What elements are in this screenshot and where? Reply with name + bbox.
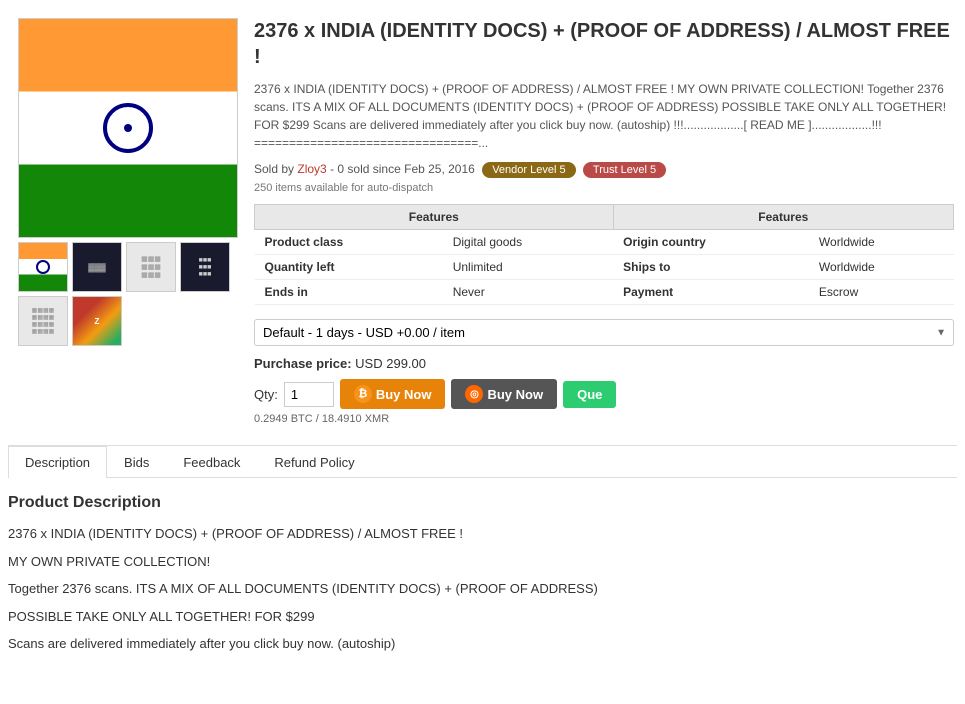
features-header-2: Features	[613, 205, 953, 230]
feature-value: Never	[443, 280, 613, 305]
sold-count: - 0 sold since	[330, 162, 401, 176]
feature-value: Escrow	[809, 280, 954, 305]
sold-date: Feb 25, 2016	[404, 162, 475, 176]
product-container: ▓▓▓ ▦▦▦▦▦▦▦▦▦ ■■■■■■■■■ ▦▦▦▦▦▦▦▦▦▦▦▦▦▦▦▦	[8, 8, 957, 435]
thumbnail-2[interactable]: ▓▓▓	[72, 242, 122, 292]
trust-badge: Trust Level 5	[583, 162, 666, 178]
thumbnail-6[interactable]: Z	[72, 296, 122, 346]
feature-label: Product class	[255, 230, 443, 255]
auto-dispatch-text: 250 items available for auto-dispatch	[254, 182, 954, 194]
tab-feedback[interactable]: Feedback	[166, 446, 257, 478]
tabs-section: DescriptionBidsFeedbackRefund Policy Pro…	[8, 445, 957, 678]
main-product-image	[18, 18, 238, 238]
feature-label: Quantity left	[255, 255, 443, 280]
vendor-badge: Vendor Level 5	[482, 162, 575, 178]
dropdown-row: Default - 1 days - USD +0.00 / item	[254, 319, 954, 346]
table-row: Quantity left Unlimited Ships to Worldwi…	[255, 255, 954, 280]
description-line: Scans are delivered immediately after yo…	[8, 634, 957, 654]
sold-by-label: Sold by	[254, 162, 294, 176]
buy-now-xmr-button[interactable]: ◎ Buy Now	[451, 379, 557, 409]
seller-link[interactable]: Zloy3	[297, 162, 326, 176]
feature-value: Worldwide	[809, 255, 954, 280]
description-line: POSSIBLE TAKE ONLY ALL TOGETHER! FOR $29…	[8, 607, 957, 627]
xmr-icon: ◎	[465, 385, 483, 403]
crypto-rates: 0.2949 BTC / 18.4910 XMR	[254, 413, 954, 425]
btc-icon: ₿	[354, 385, 372, 403]
description-line: MY OWN PRIVATE COLLECTION!	[8, 552, 957, 572]
thumbnail-row-2: ▦▦▦▦▦▦▦▦▦▦▦▦▦▦▦▦ Z	[18, 296, 238, 346]
chakra-wheel	[103, 103, 153, 153]
tabs-bar: DescriptionBidsFeedbackRefund Policy	[8, 446, 957, 478]
description-line: Together 2376 scans. ITS A MIX OF ALL DO…	[8, 579, 957, 599]
purchase-price-value: USD 299.00	[355, 356, 426, 371]
tab-refund[interactable]: Refund Policy	[257, 446, 371, 478]
qty-label: Qty:	[254, 387, 278, 402]
feature-label: Ends in	[255, 280, 443, 305]
buy-btc-label: Buy Now	[376, 387, 432, 402]
feature-label: Payment	[613, 280, 809, 305]
purchase-price-label: Purchase price:	[254, 356, 352, 371]
features-header-1: Features	[255, 205, 614, 230]
product-title: 2376 x INDIA (IDENTITY DOCS) + (PROOF OF…	[254, 18, 954, 70]
description-line: 2376 x INDIA (IDENTITY DOCS) + (PROOF OF…	[8, 524, 957, 544]
image-section: ▓▓▓ ▦▦▦▦▦▦▦▦▦ ■■■■■■■■■ ▦▦▦▦▦▦▦▦▦▦▦▦▦▦▦▦	[18, 18, 238, 425]
table-row: Ends in Never Payment Escrow	[255, 280, 954, 305]
qty-input[interactable]	[284, 382, 334, 407]
queue-label: Que	[577, 387, 602, 402]
thumbnail-3[interactable]: ▦▦▦▦▦▦▦▦▦	[126, 242, 176, 292]
description-lines: 2376 x INDIA (IDENTITY DOCS) + (PROOF OF…	[8, 524, 957, 654]
description-section-title: Product Description	[8, 494, 957, 512]
buy-row: Qty: ₿ Buy Now ◎ Buy Now Que	[254, 379, 954, 409]
seller-info: Sold by Zloy3 - 0 sold since Feb 25, 201…	[254, 162, 954, 178]
feature-value: Digital goods	[443, 230, 613, 255]
queue-button[interactable]: Que	[563, 381, 616, 408]
feature-label: Origin country	[613, 230, 809, 255]
thumbnail-row: ▓▓▓ ▦▦▦▦▦▦▦▦▦ ■■■■■■■■■	[18, 242, 238, 292]
thumbnail-1[interactable]	[18, 242, 68, 292]
price-row: Purchase price: USD 299.00	[254, 356, 954, 371]
feature-value: Worldwide	[809, 230, 954, 255]
tab-bids[interactable]: Bids	[107, 446, 166, 478]
product-variant-select[interactable]: Default - 1 days - USD +0.00 / item	[254, 319, 954, 346]
info-section: 2376 x INDIA (IDENTITY DOCS) + (PROOF OF…	[254, 18, 954, 425]
dropdown-wrapper: Default - 1 days - USD +0.00 / item	[254, 319, 954, 346]
page-wrapper: ▓▓▓ ▦▦▦▦▦▦▦▦▦ ■■■■■■■■■ ▦▦▦▦▦▦▦▦▦▦▦▦▦▦▦▦	[0, 0, 965, 686]
thumbnail-5[interactable]: ▦▦▦▦▦▦▦▦▦▦▦▦▦▦▦▦	[18, 296, 68, 346]
tab-description[interactable]: Description	[8, 446, 107, 478]
buy-xmr-label: Buy Now	[487, 387, 543, 402]
product-short-description: 2376 x INDIA (IDENTITY DOCS) + (PROOF OF…	[254, 80, 954, 152]
feature-value: Unlimited	[443, 255, 613, 280]
feature-label: Ships to	[613, 255, 809, 280]
features-table: Features Features Product class Digital …	[254, 204, 954, 305]
table-row: Product class Digital goods Origin count…	[255, 230, 954, 255]
thumbnail-4[interactable]: ■■■■■■■■■	[180, 242, 230, 292]
buy-now-btc-button[interactable]: ₿ Buy Now	[340, 379, 446, 409]
tab-content: Product Description 2376 x INDIA (IDENTI…	[8, 478, 957, 678]
